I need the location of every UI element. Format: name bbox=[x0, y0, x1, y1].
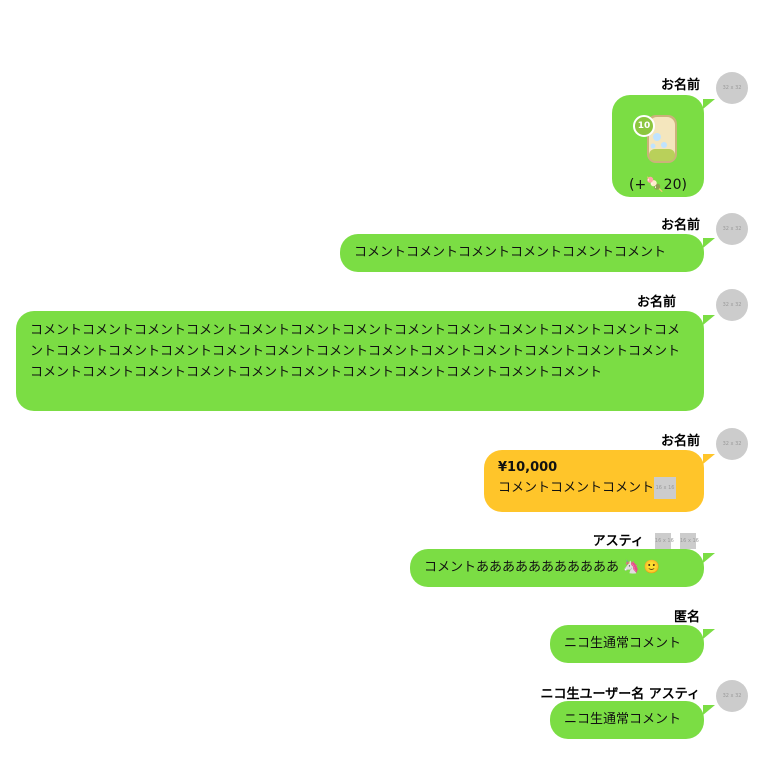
user-name: 匿名 bbox=[673, 610, 700, 625]
comment-bubble: コメントコメントコメントコメントコメントコメント bbox=[340, 234, 715, 272]
gift-points: (+🍡20) bbox=[629, 177, 687, 193]
avatar[interactable]: 32 x 32 bbox=[716, 680, 748, 712]
comment-bubble: コメントコメントコメントコメントコメントコメントコメントコメントコメントコメント… bbox=[16, 311, 715, 411]
badge-icon: 16 x 16 bbox=[654, 532, 674, 549]
comment-bubble: ニコ生通常コメント bbox=[550, 701, 715, 739]
gift-bubble: 10 (+🍡20) bbox=[612, 95, 715, 197]
paid-amount: ¥10,000 bbox=[498, 460, 558, 475]
gift-count: 10 bbox=[637, 121, 651, 131]
user-name: アスティ bbox=[592, 534, 644, 549]
user-name: お名前 bbox=[660, 434, 700, 449]
comment-bubble: ニコ生通常コメント bbox=[550, 625, 715, 663]
comment-text: コメントコメントコメントコメントコメントコメントコメントコメントコメントコメント… bbox=[30, 323, 681, 380]
avatar[interactable]: 32 x 32 bbox=[716, 213, 748, 245]
comment-text: ニコ生通常コメント bbox=[564, 712, 682, 727]
smile-emoji-icon: 🙂 bbox=[643, 560, 660, 575]
user-name: お名前 bbox=[660, 78, 700, 93]
avatar[interactable]: 32 x 32 bbox=[716, 72, 748, 104]
stamp-icon: 16 x 16 bbox=[654, 477, 677, 499]
unicorn-emoji-icon: 🦄 bbox=[623, 560, 640, 575]
avatar[interactable]: 32 x 32 bbox=[716, 289, 748, 321]
badge-icon: 16 x 16 bbox=[680, 532, 699, 549]
comment-text: コメントコメントコメント bbox=[498, 480, 655, 496]
paid-comment-bubble: ¥10,000 コメントコメントコメント 16 x 16 bbox=[484, 450, 715, 512]
user-name: ニコ生ユーザー名 アスティ bbox=[540, 687, 701, 702]
user-name: お名前 bbox=[660, 218, 700, 233]
gift-icon: 10 bbox=[633, 109, 683, 167]
comment-text: コメントコメントコメントコメントコメントコメント bbox=[354, 245, 667, 260]
comment-text: ニコ生通常コメント bbox=[564, 636, 682, 651]
user-name-row: アスティ 16 x 16 16 x 16 bbox=[592, 530, 699, 549]
user-name: お名前 bbox=[636, 295, 676, 310]
comment-text: コメントあああああああああああ bbox=[424, 560, 620, 575]
comment-bubble: コメントあああああああああああ 🦄 🙂 bbox=[410, 549, 715, 587]
avatar[interactable]: 32 x 32 bbox=[716, 428, 748, 460]
